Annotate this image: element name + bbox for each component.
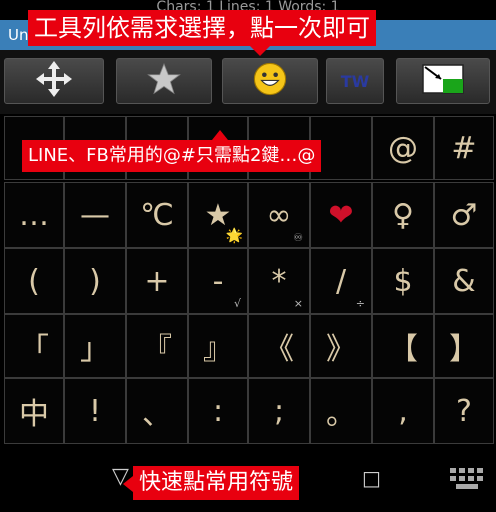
window-button[interactable] — [396, 58, 490, 104]
key-label: + — [144, 263, 170, 299]
key-label: 「 — [19, 332, 49, 367]
key-label: # — [451, 130, 477, 166]
key-label: 、 — [142, 397, 172, 432]
key-label: / — [335, 263, 347, 299]
divide-sub-label: ÷ — [355, 297, 365, 310]
key-female[interactable]: ♀ — [372, 182, 434, 248]
key-label: & — [452, 263, 476, 299]
key-lenticular-close[interactable]: 】 — [434, 314, 494, 378]
key-full-stop[interactable]: 。 — [310, 378, 372, 444]
key-lparen[interactable]: ( — [4, 248, 64, 314]
key-lenticular-open[interactable]: 【 — [372, 314, 434, 378]
tw-label: TW — [340, 71, 370, 91]
key-label: ! — [88, 393, 102, 429]
key-label: - — [212, 263, 224, 299]
key-comma[interactable]: , — [372, 378, 434, 444]
key-enumeration-comma[interactable]: 、 — [126, 378, 188, 444]
callout-text: LINE、FB常用的@#只需點2鍵…@ — [28, 145, 316, 166]
key-label: 《 — [264, 332, 294, 367]
callout-text: 快速點常用符號 — [139, 470, 294, 495]
callout-text: 工具列依需求選擇，點一次即可 — [34, 14, 370, 42]
key-label: 」 — [80, 332, 110, 367]
sqrt-sub-label: √ — [233, 297, 241, 310]
key-ampersand[interactable]: & — [434, 248, 494, 314]
key-label: ? — [456, 393, 472, 429]
tw-button[interactable]: TW — [326, 58, 384, 104]
callout-quick-symbols-tip: 快速點常用符號 — [122, 466, 300, 500]
key-label: , — [398, 393, 408, 429]
key-label: $ — [393, 263, 413, 299]
smiley-icon — [253, 62, 287, 100]
key-corner-open[interactable]: 「 — [4, 314, 64, 378]
key-label: ♂ — [450, 197, 478, 233]
emoji-button[interactable] — [222, 58, 318, 104]
key-label: 中 — [19, 397, 49, 432]
key-celsius[interactable]: ℃ — [126, 182, 188, 248]
key-white-corner-close[interactable]: 』 — [188, 314, 248, 378]
key-label: ℃ — [140, 197, 174, 233]
sparkle-star-icon: 🌟 — [225, 228, 243, 244]
key-label: 『 — [142, 332, 172, 367]
key-label: 】 — [449, 332, 479, 367]
key-chinese-toggle[interactable]: 中 — [4, 378, 64, 444]
infinity-sub-icon: ♾ — [293, 231, 303, 244]
key-dash[interactable]: — — [64, 182, 126, 248]
key-plus[interactable]: + — [126, 248, 188, 314]
key-label: @ — [388, 130, 418, 166]
key-colon[interactable]: : — [188, 378, 248, 444]
key-label: ∞ — [266, 197, 292, 233]
key-label: * — [271, 263, 287, 299]
recents-square-icon[interactable]: □ — [362, 466, 381, 490]
favorites-button[interactable] — [116, 58, 212, 104]
move-arrows-icon — [34, 59, 74, 103]
callout-at-hash-tip: LINE、FB常用的@#只需點2鍵…@ — [22, 130, 322, 172]
key-dollar[interactable]: $ — [372, 248, 434, 314]
keyboard-icon[interactable] — [448, 466, 486, 496]
key-label: 。 — [326, 397, 356, 432]
times-sub-label: × — [293, 297, 303, 310]
star-icon — [147, 62, 181, 100]
key-white-corner-open[interactable]: 『 — [126, 314, 188, 378]
key-slash[interactable]: / ÷ — [310, 248, 372, 314]
key-label: 【 — [388, 332, 418, 367]
flag-screen-icon — [421, 63, 465, 99]
key-asterisk[interactable]: * × — [248, 248, 310, 314]
key-at[interactable]: @ — [372, 116, 434, 180]
key-label: ♀ — [392, 197, 414, 233]
callout-toolbar-tip: 工具列依需求選擇，點一次即可 — [28, 10, 376, 56]
key-hash[interactable]: # — [434, 116, 494, 180]
key-corner-close[interactable]: 」 — [64, 314, 126, 378]
key-semicolon[interactable]: ; — [248, 378, 310, 444]
key-label: ) — [89, 263, 101, 299]
heart-icon: ❤ — [328, 197, 354, 233]
key-minus[interactable]: - √ — [188, 248, 248, 314]
key-double-angle-open[interactable]: 《 — [248, 314, 310, 378]
key-label: 》 — [326, 332, 356, 367]
key-label: ; — [273, 393, 285, 429]
key-ellipsis[interactable]: … — [4, 182, 64, 248]
key-label: — — [80, 197, 110, 233]
key-rparen[interactable]: ) — [64, 248, 126, 314]
key-star[interactable]: ★ 🌟 — [188, 182, 248, 248]
emoji-toolbar: TW — [0, 50, 496, 114]
app-title: Un — [8, 26, 29, 44]
key-label: 』 — [203, 332, 233, 367]
key-heart[interactable]: ❤ — [310, 182, 372, 248]
move-button[interactable] — [4, 58, 104, 104]
key-label: : — [212, 393, 224, 429]
key-exclamation[interactable]: ! — [64, 378, 126, 444]
key-label: … — [19, 197, 49, 233]
key-double-angle-close[interactable]: 》 — [310, 314, 372, 378]
key-infinity[interactable]: ∞ ♾ — [248, 182, 310, 248]
key-question[interactable]: ? — [434, 378, 494, 444]
key-male[interactable]: ♂ — [434, 182, 494, 248]
key-label: ( — [28, 263, 40, 299]
